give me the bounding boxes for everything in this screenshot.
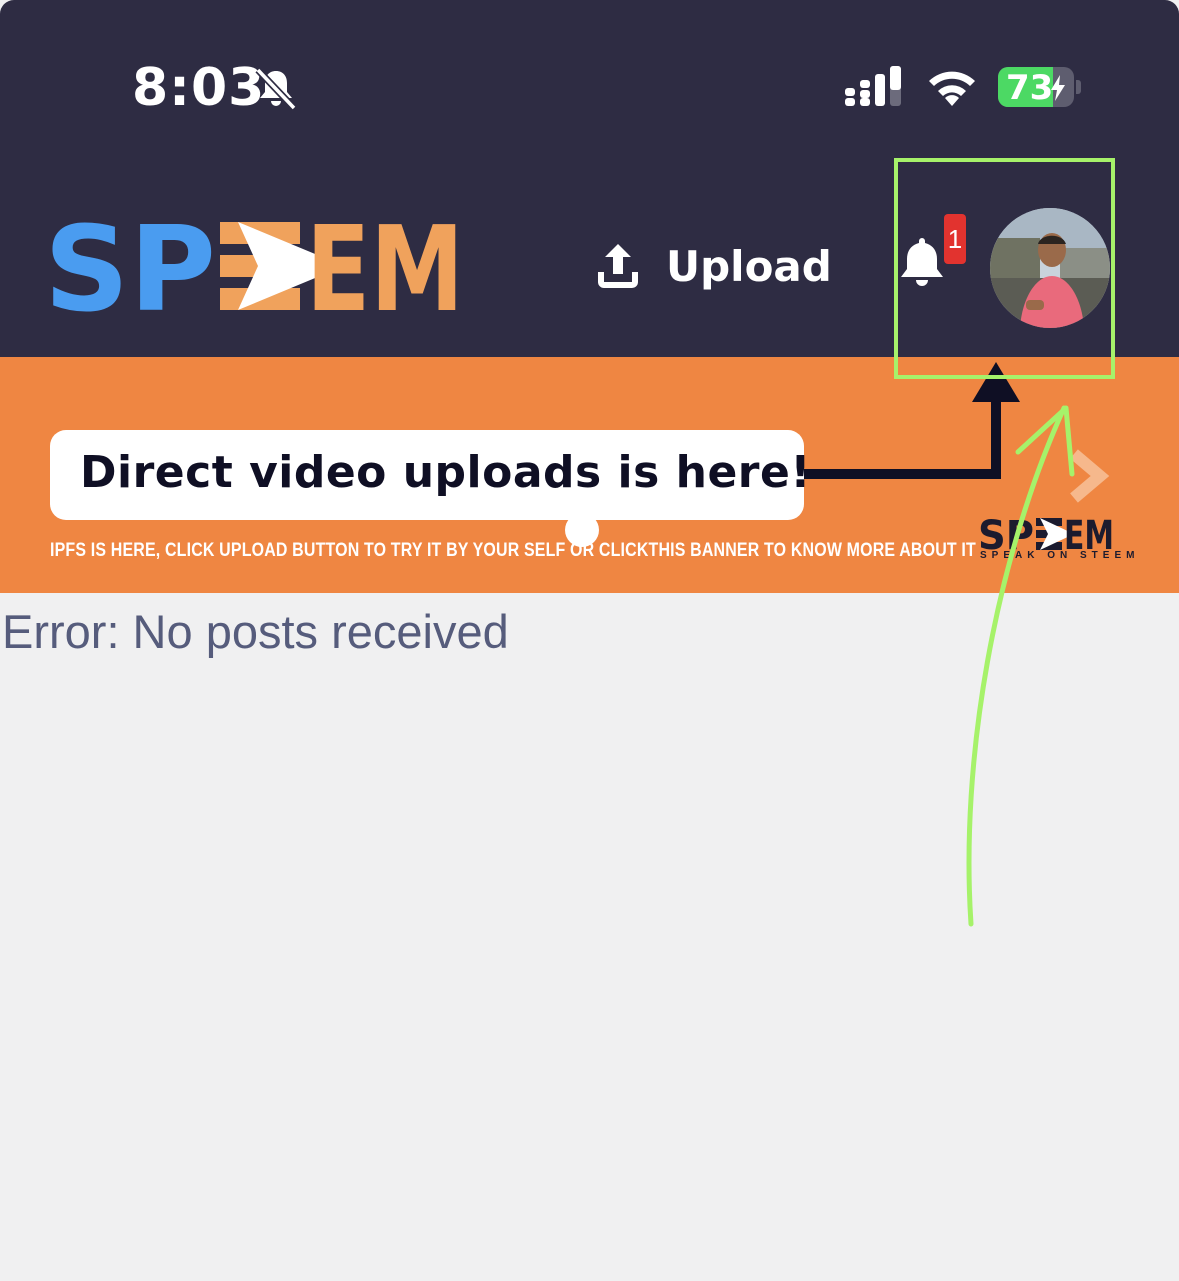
- svg-text:SP: SP: [44, 218, 216, 314]
- banner-tagline: SPEAK ON STEEM: [980, 550, 1140, 561]
- battery-charging-icon: 73: [998, 67, 1074, 107]
- notification-badge: 1: [944, 214, 966, 264]
- ipfs-promo-banner[interactable]: Direct video uploads is here! IPFS IS HE…: [0, 357, 1179, 593]
- notification-bell-icon[interactable]: [898, 236, 946, 288]
- upload-label: Upload: [666, 241, 832, 291]
- battery-tip: [1076, 80, 1081, 94]
- battery-level: 73: [1006, 68, 1054, 107]
- wifi-icon: [929, 71, 975, 106]
- svg-text:EM: EM: [306, 218, 464, 314]
- error-message: Error: No posts received: [2, 605, 509, 658]
- speem-logo[interactable]: SP EM: [44, 218, 464, 314]
- user-avatar[interactable]: [990, 208, 1110, 328]
- app-header: 8:03 73 SP EM Upload 1: [0, 0, 1179, 357]
- bell-slash-icon: [255, 67, 297, 110]
- status-time: 8:03: [132, 58, 266, 118]
- cellular-signal-icon: [845, 66, 901, 106]
- banner-subtext: IPFS IS HERE, CLICK UPLOAD BUTTON TO TRY…: [50, 540, 976, 561]
- banner-headline: Direct video uploads is here!: [80, 447, 811, 498]
- upload-button[interactable]: Upload: [596, 238, 832, 294]
- upload-icon: [598, 244, 638, 288]
